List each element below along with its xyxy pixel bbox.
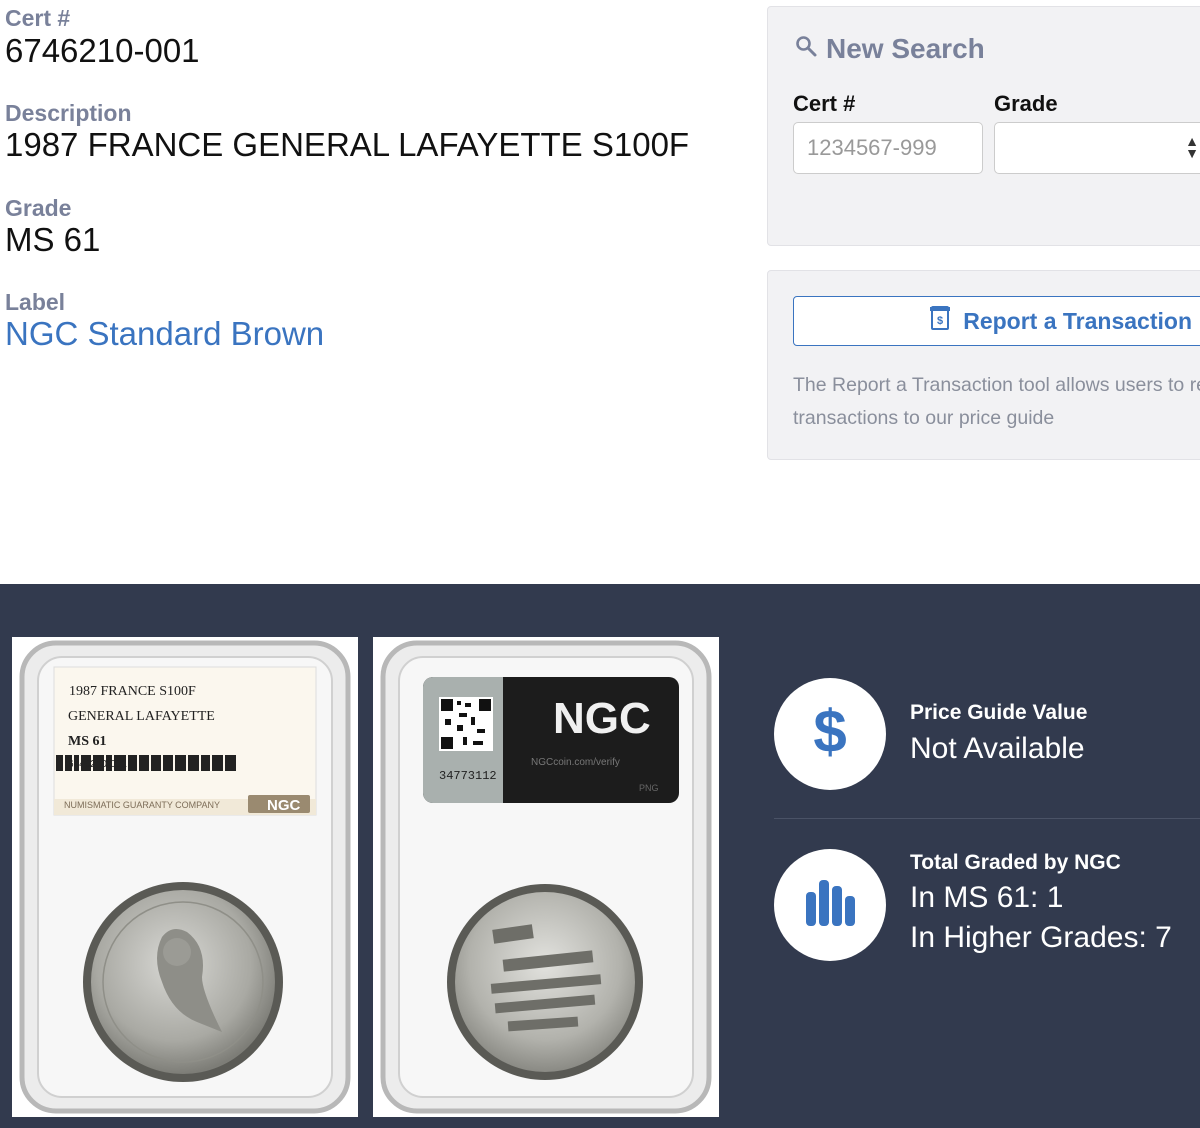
grade-label: Grade	[5, 195, 72, 221]
slab-line-1: 1987 FRANCE S100F	[69, 684, 196, 699]
grade-select[interactable]: ▲ ▼	[994, 122, 1200, 174]
report-transaction-label: Report a Transaction	[963, 307, 1192, 334]
new-search-title: New Search	[794, 33, 985, 65]
total-higher-grades: In Higher Grades: 7	[910, 921, 1172, 954]
price-guide-value: Not Available	[910, 732, 1085, 765]
slab-line-3: MS 61	[68, 734, 107, 749]
report-transaction-button[interactable]: $ Report a Transaction	[793, 296, 1200, 346]
slab-serial: 34773112	[439, 769, 497, 783]
receipt-icon: $	[929, 306, 951, 336]
svg-text:$: $	[937, 315, 943, 327]
slab-line-2: GENERAL LAFAYETTE	[68, 709, 215, 724]
slab-line-4: 6746210-001	[68, 759, 127, 770]
cert-label: Cert #	[5, 5, 71, 31]
description-label: Description	[5, 100, 132, 126]
coin-images-section: 1987 FRANCE S100F GENERAL LAFAYETTE MS 6…	[0, 584, 1200, 1128]
label-label: Label	[5, 289, 66, 315]
dollar-icon-circle: $	[774, 678, 886, 790]
slab-reverse-image[interactable]: 34773112 NGC NGCcoin.com/verify PNG	[373, 637, 719, 1117]
stats-divider	[774, 818, 1200, 819]
total-graded-heading: Total Graded by NGC	[910, 851, 1121, 874]
cert-value: 6746210-001	[5, 32, 200, 69]
select-arrows-icon: ▲ ▼	[1185, 133, 1199, 161]
cert-search-input[interactable]	[793, 122, 983, 174]
new-search-label: New Search	[826, 33, 985, 64]
search-grade-label: Grade	[994, 91, 1058, 116]
slab-png: PNG	[639, 783, 659, 793]
total-in-grade: In MS 61: 1	[910, 881, 1064, 914]
grade-value: MS 61	[5, 221, 101, 258]
label-link[interactable]: NGC Standard Brown	[5, 315, 324, 352]
description-value: 1987 FRANCE GENERAL LAFAYETTE S100F	[5, 126, 690, 163]
label-value: NGC Standard Brown	[5, 315, 324, 353]
new-search-panel: New Search Cert # Grade ▲▼	[767, 6, 1200, 246]
report-panel: $ Report a Transaction The Report a Tran…	[767, 270, 1200, 460]
search-cert-label: Cert #	[793, 91, 856, 116]
slab-verify: NGCcoin.com/verify	[531, 757, 620, 768]
price-guide-heading: Price Guide Value	[910, 701, 1088, 724]
dollar-icon: $	[805, 698, 855, 769]
slab-footer: NUMISMATIC GUARANTY COMPANY	[64, 800, 220, 810]
ngc-reverse-logo: NGC	[553, 694, 651, 743]
bar-chart-icon-circle	[774, 849, 886, 961]
ngc-logo: NGC	[267, 797, 301, 814]
search-icon	[794, 33, 818, 65]
svg-text:$: $	[813, 700, 846, 764]
bar-chart-icon	[804, 879, 856, 931]
slab-obverse-image[interactable]: 1987 FRANCE S100F GENERAL LAFAYETTE MS 6…	[12, 637, 358, 1117]
report-description: The Report a Transaction tool allows use…	[793, 374, 1200, 429]
